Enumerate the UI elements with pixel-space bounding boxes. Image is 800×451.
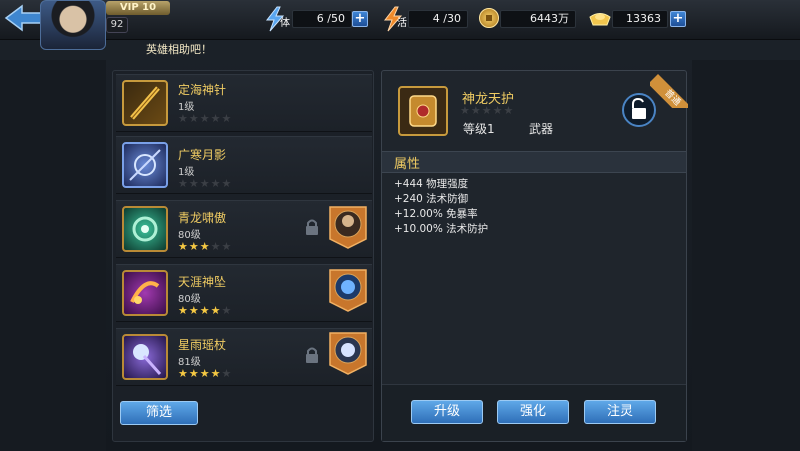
- filter-button[interactable]: 筛选: [120, 401, 198, 425]
- item-stars: ★★★★★: [178, 304, 233, 317]
- item-name: 广寒月影: [178, 148, 227, 162]
- enhance-button[interactable]: 强化: [497, 400, 569, 424]
- hero-portrait-badge[interactable]: [328, 331, 368, 375]
- item-name: 天涯神坠: [178, 275, 227, 289]
- ingot-add-button[interactable]: +: [670, 11, 686, 27]
- hero-portrait-badge[interactable]: [328, 205, 368, 249]
- vitality-value: 4 /30: [408, 10, 468, 28]
- stamina-label: 体: [280, 18, 290, 29]
- item-name: 定海神针: [178, 83, 227, 97]
- gold-value: 6443万: [500, 10, 576, 28]
- detail-stars: ★★★★★: [460, 104, 515, 117]
- attribute-line: +12.00% 免暴率: [394, 208, 478, 220]
- item-stars: ★★★★★: [178, 112, 233, 125]
- item-stars: ★★★★★: [178, 240, 233, 253]
- unlock-button[interactable]: [622, 93, 656, 127]
- staff-item-icon: [122, 80, 168, 126]
- lock-icon: [306, 347, 318, 363]
- item-level: 80级: [178, 230, 201, 241]
- vip-badge: VIP 10: [106, 1, 170, 15]
- stamina-add-button[interactable]: +: [352, 11, 368, 27]
- lock-icon: [306, 219, 318, 235]
- detail-item-type: 武器: [529, 122, 554, 136]
- right-background: [692, 60, 800, 451]
- hero-portrait-badge[interactable]: [328, 268, 368, 312]
- attribute-line: +444 物理强度: [394, 178, 469, 190]
- item-level: 1级: [178, 102, 195, 113]
- item-level: 81级: [178, 357, 201, 368]
- coin-icon: [479, 8, 499, 28]
- ingot-icon: [589, 13, 611, 26]
- upgrade-button[interactable]: 升级: [411, 400, 483, 424]
- unlock-icon: [632, 97, 646, 119]
- scepter-item-icon: [122, 334, 168, 380]
- player-level: 92: [106, 17, 128, 33]
- dragon-jade-icon: [122, 206, 168, 252]
- attribute-line: +10.00% 法术防护: [394, 223, 489, 235]
- attributes-title: 属性: [394, 157, 421, 172]
- vitality-label: 活: [397, 18, 407, 29]
- quality-ribbon-label: 普通: [650, 74, 688, 108]
- item-stars: ★★★★★: [178, 367, 233, 380]
- marquee-text: 英雄相助吧！: [146, 43, 212, 56]
- detail-item-level: 等级1: [463, 122, 495, 136]
- shield-item-icon: [398, 86, 448, 136]
- stamina-value: 6 /50: [292, 10, 352, 28]
- item-name: 星雨瑶杖: [178, 338, 227, 352]
- pendant-item-icon: [122, 270, 168, 316]
- attribute-line: +240 法术防御: [394, 193, 469, 205]
- player-avatar[interactable]: [40, 0, 106, 50]
- left-background: [0, 60, 106, 451]
- infuse-button[interactable]: 注灵: [584, 400, 656, 424]
- moon-item-icon: [122, 142, 168, 188]
- attributes-header: [382, 151, 686, 173]
- ingot-value: 13363: [612, 10, 668, 28]
- quality-ribbon: 普通: [650, 70, 688, 108]
- item-level: 80级: [178, 294, 201, 305]
- item-name: 青龙啸傲: [178, 211, 227, 225]
- item-stars: ★★★★★: [178, 177, 233, 190]
- item-level: 1级: [178, 167, 195, 178]
